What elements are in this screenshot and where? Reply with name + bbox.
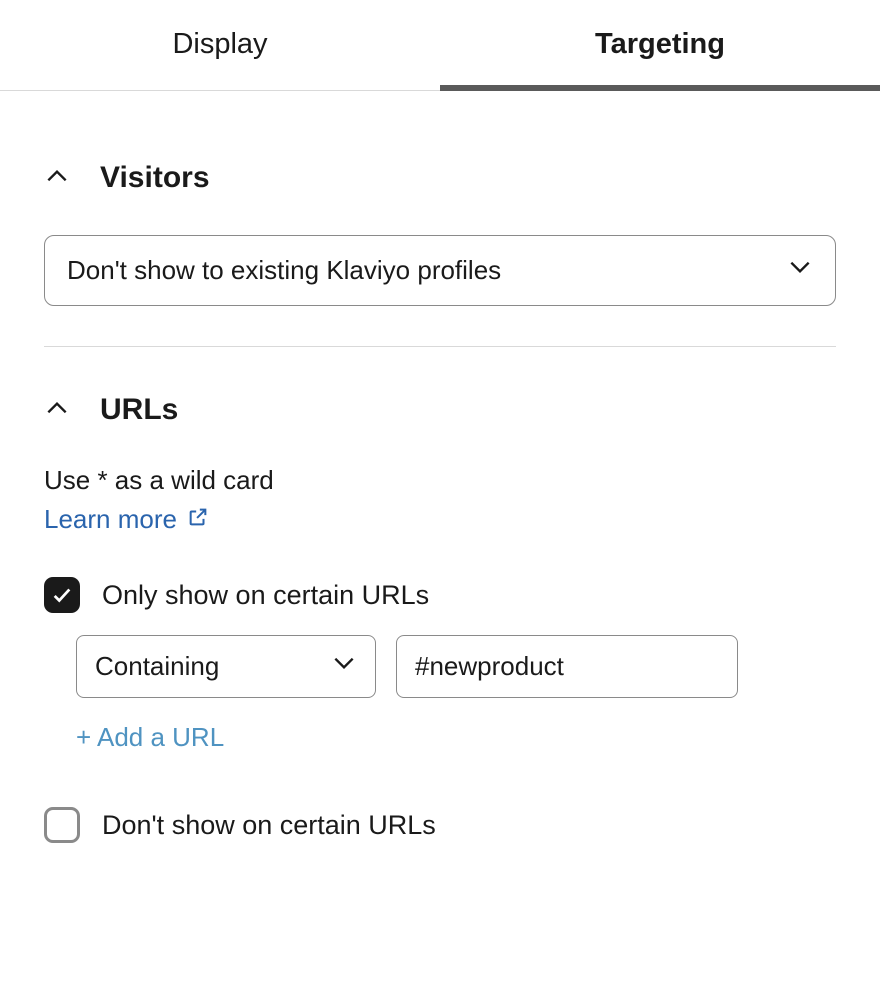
tabs: Display Targeting: [0, 0, 880, 91]
learn-more-label: Learn more: [44, 504, 177, 535]
chevron-down-icon: [787, 254, 813, 287]
url-rule-select-value: Containing: [95, 651, 219, 682]
only-show-label: Only show on certain URLs: [102, 580, 429, 611]
external-link-icon: [187, 504, 209, 535]
url-rule-row: Containing: [76, 635, 836, 698]
add-url-link[interactable]: + Add a URL: [76, 722, 224, 753]
section-urls: URLs Use * as a wild card Learn more Onl…: [44, 346, 836, 883]
chevron-up-icon: [44, 163, 70, 194]
url-rule-input[interactable]: [396, 635, 738, 698]
only-show-row: Only show on certain URLs: [44, 577, 836, 613]
urls-hint: Use * as a wild card: [44, 465, 836, 496]
section-header-urls[interactable]: URLs: [44, 393, 836, 427]
tab-targeting[interactable]: Targeting: [440, 0, 880, 91]
visitors-select[interactable]: Don't show to existing Klaviyo profiles: [44, 235, 836, 306]
section-header-visitors[interactable]: Visitors: [44, 161, 836, 195]
url-rule-select[interactable]: Containing: [76, 635, 376, 698]
tab-display[interactable]: Display: [0, 0, 440, 90]
dont-show-label: Don't show on certain URLs: [102, 810, 436, 841]
visitors-select-value: Don't show to existing Klaviyo profiles: [67, 255, 787, 286]
section-visitors: Visitors Don't show to existing Klaviyo …: [44, 91, 836, 346]
dont-show-checkbox[interactable]: [44, 807, 80, 843]
learn-more-link[interactable]: Learn more: [44, 504, 209, 535]
dont-show-row: Don't show on certain URLs: [44, 807, 836, 843]
chevron-down-icon: [331, 650, 357, 683]
section-title-visitors: Visitors: [100, 161, 210, 195]
only-show-checkbox[interactable]: [44, 577, 80, 613]
section-title-urls: URLs: [100, 393, 178, 427]
chevron-up-icon: [44, 395, 70, 426]
